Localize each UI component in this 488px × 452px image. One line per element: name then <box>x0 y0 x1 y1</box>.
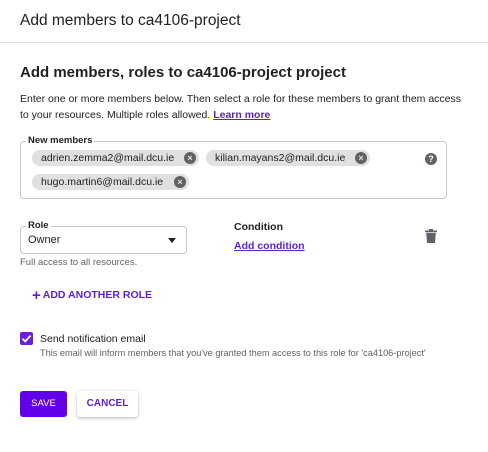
remove-chip-icon[interactable]: × <box>174 176 186 188</box>
section-title: Add members, roles to ca4106-project pro… <box>20 64 346 81</box>
section-description: Enter one or more members below. Then se… <box>20 92 470 123</box>
send-notification-label: Send notification email <box>40 333 146 345</box>
add-another-role-button[interactable]: + ADD ANOTHER ROLE <box>32 286 153 304</box>
role-label: Role <box>26 220 51 231</box>
learn-more-link[interactable]: Learn more <box>213 109 270 121</box>
delete-role-icon[interactable] <box>425 229 437 243</box>
member-chip: adrien.zemma2@mail.dcu.ie × <box>32 150 199 166</box>
dialog-title: Add members to ca4106-project <box>20 12 241 29</box>
add-condition-link[interactable]: Add condition <box>234 240 305 252</box>
cancel-button[interactable]: CANCEL <box>77 391 138 417</box>
role-select-value: Owner <box>28 234 61 246</box>
dialog-header: Add members to ca4106-project <box>0 0 488 43</box>
help-icon[interactable]: ? <box>425 153 437 165</box>
remove-chip-icon[interactable]: × <box>355 152 367 164</box>
plus-icon: + <box>32 286 41 304</box>
member-chip: hugo.martin6@mail.dcu.ie × <box>32 174 189 190</box>
role-hint: Full access to all resources. <box>20 257 138 268</box>
remove-chip-icon[interactable]: × <box>184 152 196 164</box>
checkmark-icon <box>21 334 32 343</box>
send-notification-checkbox[interactable] <box>20 332 33 345</box>
member-chip-label: hugo.martin6@mail.dcu.ie <box>41 176 164 188</box>
add-another-role-label: ADD ANOTHER ROLE <box>42 289 153 301</box>
member-chip: kilian.mayans2@mail.dcu.ie × <box>206 150 370 166</box>
new-members-label: New members <box>26 135 95 146</box>
member-chip-label: kilian.mayans2@mail.dcu.ie <box>215 152 346 164</box>
condition-title: Condition <box>234 221 283 233</box>
dropdown-arrow-icon <box>168 238 176 243</box>
member-chip-label: adrien.zemma2@mail.dcu.ie <box>41 152 175 164</box>
send-notification-hint: This email will inform members that you'… <box>40 348 426 358</box>
save-button[interactable]: SAVE <box>20 391 67 417</box>
